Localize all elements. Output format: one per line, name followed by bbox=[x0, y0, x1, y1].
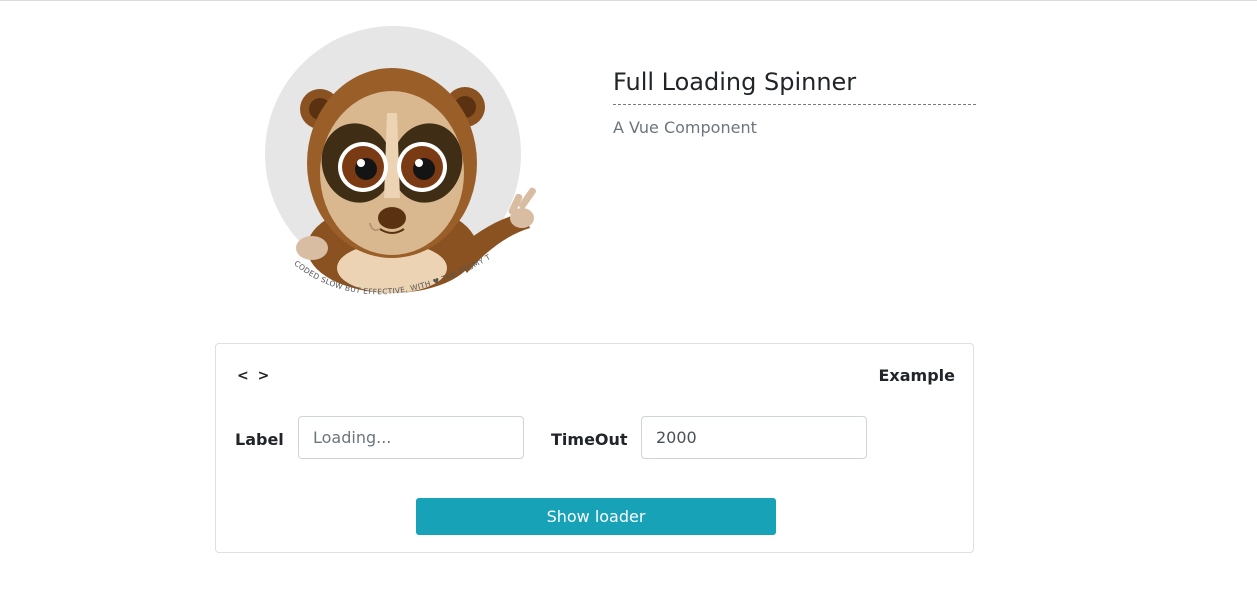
label-input[interactable] bbox=[298, 416, 524, 459]
pygmy-loris-logo: CODED SLOW BUT EFFECTIVE, WITH ♥ THE PYG… bbox=[262, 23, 552, 305]
example-card: < > Example Label TimeOut Show loader bbox=[215, 343, 974, 553]
timeout-input[interactable] bbox=[641, 416, 867, 459]
example-heading: Example bbox=[878, 366, 955, 385]
timeout-field-label: TimeOut bbox=[551, 430, 628, 449]
label-field-label: Label bbox=[235, 430, 284, 449]
page-header: Full Loading Spinner A Vue Component bbox=[613, 65, 976, 139]
page-title: Full Loading Spinner bbox=[613, 65, 976, 105]
page-subtitle: A Vue Component bbox=[613, 118, 757, 137]
code-toggle-button[interactable]: < > bbox=[237, 368, 271, 384]
show-loader-button[interactable]: Show loader bbox=[416, 498, 776, 535]
